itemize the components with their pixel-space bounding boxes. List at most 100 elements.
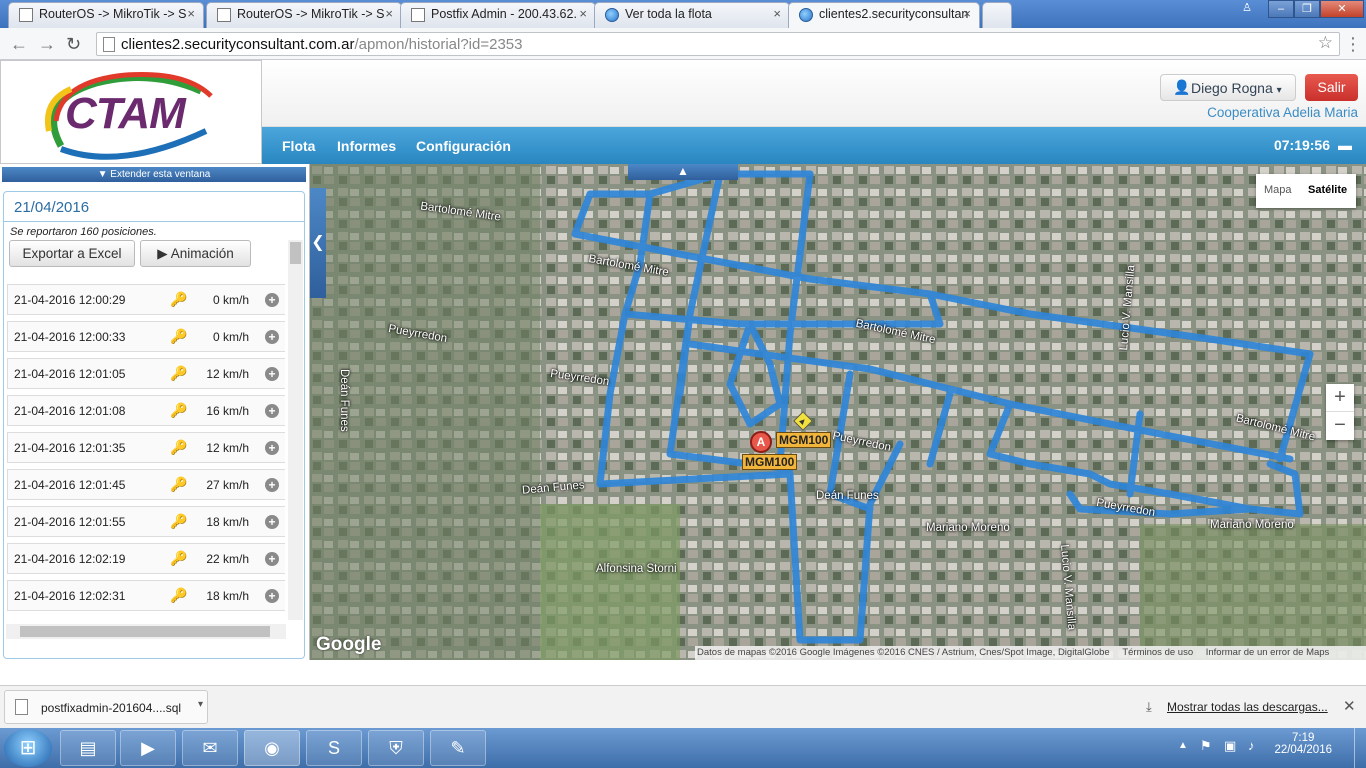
position-speed: 27 km/h: [206, 478, 249, 492]
close-icon[interactable]: ✕: [1343, 697, 1356, 715]
bookmark-star-icon[interactable]: ☆: [1318, 33, 1333, 53]
vertical-scrollbar[interactable]: [288, 240, 303, 620]
expand-plus-icon[interactable]: +: [265, 367, 279, 381]
browser-tab[interactable]: RouterOS -> MikroTik -> S ×: [206, 2, 402, 28]
network-icon[interactable]: ▣: [1224, 738, 1236, 754]
map-type-mapa[interactable]: Mapa: [1264, 184, 1292, 196]
url-input[interactable]: clientes2.securityconsultant.com.ar/apmo…: [96, 32, 1340, 56]
expand-plus-icon[interactable]: +: [265, 441, 279, 455]
logout-button[interactable]: Salir: [1305, 74, 1358, 101]
browser-tab-active[interactable]: clientes2.securityconsultan ×: [788, 2, 980, 28]
reload-icon[interactable]: ↻: [66, 34, 81, 55]
action-center-icon[interactable]: ⚑: [1200, 738, 1212, 754]
scroll-thumb[interactable]: [290, 242, 301, 264]
menu-configuracion[interactable]: Configuración: [416, 138, 511, 154]
page-icon: [411, 8, 425, 22]
page-icon: [217, 8, 231, 22]
list-item[interactable]: 21-04-2016 12:01:35 🔑 12 km/h +: [7, 432, 285, 463]
expand-plus-icon[interactable]: +: [265, 515, 279, 529]
browser-tab[interactable]: Postfix Admin - 200.43.62. ×: [400, 2, 596, 28]
collapse-side-button[interactable]: ❮: [310, 188, 326, 298]
list-item[interactable]: 21-04-2016 12:02:19 🔑 22 km/h +: [7, 543, 285, 574]
logo[interactable]: CTAM: [0, 60, 262, 164]
extend-window-button[interactable]: ▼ Extender esta ventana: [2, 167, 306, 182]
menu-icon[interactable]: ⋮: [1344, 34, 1362, 55]
map-view[interactable]: ▲ ❮ Bartolomé Mitre Bartolomé Mitre Bart…: [310, 164, 1366, 660]
report-error-link[interactable]: Informar de un error de Maps: [1206, 647, 1330, 658]
start-marker-icon[interactable]: A: [750, 431, 772, 453]
attribution-text: Datos de mapas ©2016 Google Imágenes ©20…: [697, 647, 1110, 658]
list-item[interactable]: 21-04-2016 12:00:29 🔑 0 km/h +: [7, 284, 285, 315]
start-button[interactable]: ⊞: [4, 729, 52, 767]
close-window-button[interactable]: ✕: [1320, 0, 1364, 18]
list-item[interactable]: 21-04-2016 12:01:05 🔑 12 km/h +: [7, 358, 285, 389]
expand-plus-icon[interactable]: +: [265, 478, 279, 492]
profile-icon[interactable]: ♙: [1234, 0, 1260, 18]
close-icon[interactable]: ×: [385, 6, 393, 21]
minimize-button[interactable]: –: [1268, 0, 1294, 18]
vehicle-label[interactable]: MGM100: [776, 432, 832, 448]
key-icon: 🔑: [170, 402, 188, 418]
list-item[interactable]: 21-04-2016 12:01:08 🔑 16 km/h +: [7, 395, 285, 426]
scroll-thumb[interactable]: [20, 626, 270, 637]
url-host: clientes2.securityconsultant.com.ar: [121, 36, 355, 53]
menu-informes[interactable]: Informes: [337, 138, 396, 154]
position-speed: 18 km/h: [206, 589, 249, 603]
browser-tab[interactable]: RouterOS -> MikroTik -> S ×: [8, 2, 204, 28]
expand-plus-icon[interactable]: +: [265, 404, 279, 418]
horizontal-scrollbar[interactable]: [6, 624, 286, 639]
expand-plus-icon[interactable]: +: [265, 293, 279, 307]
file-explorer-icon[interactable]: ▤: [60, 730, 116, 766]
paint-icon[interactable]: ✎: [430, 730, 486, 766]
close-icon[interactable]: ×: [187, 6, 195, 21]
system-clock[interactable]: 7:19 22/04/2016: [1274, 732, 1332, 756]
map-type-satelite[interactable]: Satélite: [1308, 184, 1347, 196]
zoom-in-button[interactable]: +: [1326, 384, 1354, 412]
url-path: /apmon/historial?id=2353: [354, 36, 523, 53]
animation-label: Animación: [170, 246, 234, 261]
cooperative-link[interactable]: Cooperativa Adelia Maria: [1207, 105, 1358, 120]
logo-text: CTAM: [65, 89, 186, 138]
tray-expand-icon[interactable]: ▲: [1178, 740, 1188, 751]
list-item[interactable]: 21-04-2016 12:02:31 🔑 18 km/h +: [7, 580, 285, 611]
position-time: 21-04-2016 12:01:35: [14, 441, 126, 455]
list-item[interactable]: 21-04-2016 12:01:45 🔑 27 km/h +: [7, 469, 285, 500]
map-type-control: Mapa Satélite: [1256, 174, 1356, 208]
collapse-top-button[interactable]: ▲: [628, 164, 738, 180]
media-player-icon[interactable]: ▶: [120, 730, 176, 766]
menu-flota[interactable]: Flota: [282, 138, 315, 154]
browser-tab[interactable]: Ver toda la flota ×: [594, 2, 790, 28]
list-item[interactable]: 21-04-2016 12:00:33 🔑 0 km/h +: [7, 321, 285, 352]
key-icon: 🔑: [170, 513, 188, 529]
list-item[interactable]: 21-04-2016 12:01:55 🔑 18 km/h +: [7, 506, 285, 537]
caret-down-icon[interactable]: ▾: [198, 699, 203, 710]
terms-link[interactable]: Términos de uso: [1122, 647, 1193, 658]
expand-plus-icon[interactable]: +: [265, 552, 279, 566]
download-filename: postfixadmin-201604....sql: [41, 701, 182, 715]
volume-icon[interactable]: ♪: [1248, 738, 1255, 753]
maximize-button[interactable]: ❐: [1294, 0, 1320, 18]
show-all-downloads-link[interactable]: Mostrar todas las descargas...: [1167, 700, 1328, 714]
thunderbird-icon[interactable]: ✉: [182, 730, 238, 766]
minimize-header-icon[interactable]: ▬: [1338, 137, 1352, 153]
close-icon[interactable]: ×: [579, 6, 587, 21]
vehicle-label[interactable]: MGM100: [742, 454, 798, 470]
new-tab-button[interactable]: [982, 2, 1012, 28]
export-excel-button[interactable]: Exportar a Excel: [9, 240, 135, 267]
close-icon[interactable]: ×: [773, 6, 781, 21]
close-icon[interactable]: ×: [963, 6, 971, 21]
security-shield-icon[interactable]: ⛨: [368, 730, 424, 766]
expand-plus-icon[interactable]: +: [265, 589, 279, 603]
history-panel: ▼ Extender esta ventana 21/04/2016 Se re…: [0, 164, 310, 660]
animation-button[interactable]: ▶ Animación: [140, 240, 251, 267]
zoom-out-button[interactable]: −: [1326, 412, 1354, 440]
position-time: 21-04-2016 12:01:55: [14, 515, 126, 529]
back-icon[interactable]: ←: [10, 34, 28, 55]
show-desktop-button[interactable]: [1354, 728, 1366, 768]
user-menu-button[interactable]: 👤 Diego Rogna ▾: [1160, 74, 1296, 101]
download-item[interactable]: postfixadmin-201604....sql ▾: [4, 690, 208, 724]
forward-icon[interactable]: →: [38, 34, 56, 55]
skype-icon[interactable]: S: [306, 730, 362, 766]
chrome-icon[interactable]: ◉: [244, 730, 300, 766]
expand-plus-icon[interactable]: +: [265, 330, 279, 344]
